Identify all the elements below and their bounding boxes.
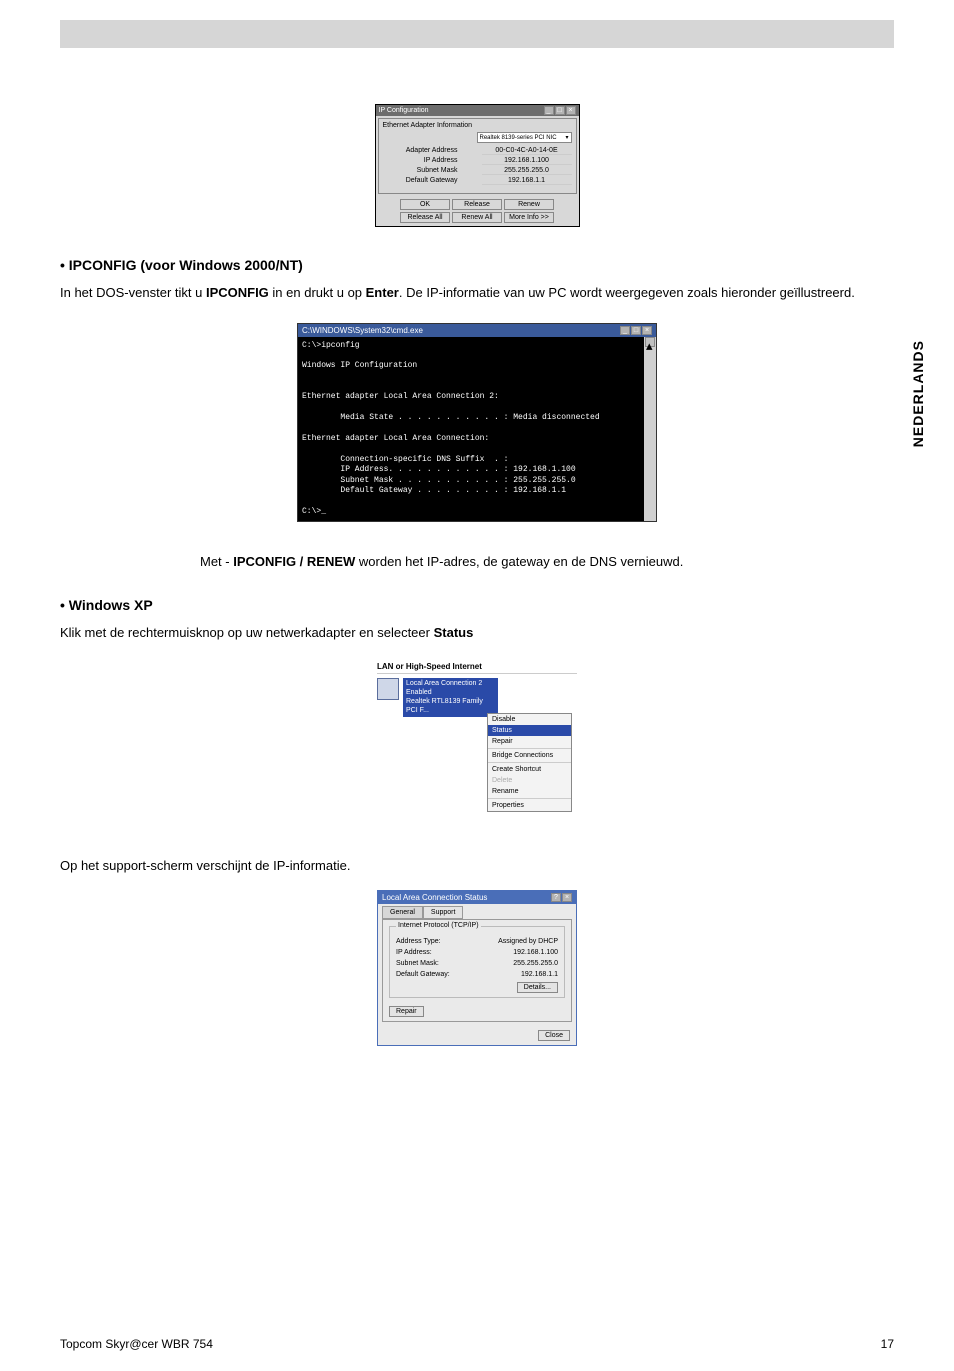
ctx-bridge[interactable]: Bridge Connections	[488, 750, 571, 761]
close-icon[interactable]: ×	[562, 893, 572, 902]
adapter-address-value: 00-C0-4C-A0-14-0E	[482, 147, 572, 155]
renew-all-button[interactable]: Renew All	[452, 212, 502, 223]
network-adapter-item[interactable]: Local Area Connection 2 Enabled Realtek …	[403, 678, 498, 716]
cmd-output: C:\>ipconfig Windows IP Configuration Et…	[298, 337, 644, 522]
tab-support[interactable]: Support	[423, 906, 464, 919]
dialog-titlebar: IP Configuration _ □ ×	[376, 105, 579, 116]
cmd-titlebar: C:\WINDOWS\System32\cmd.exe _ □ ×	[298, 324, 656, 337]
release-button[interactable]: Release	[452, 199, 502, 210]
chevron-down-icon[interactable]: ▾	[565, 134, 568, 141]
ctx-status[interactable]: Status	[488, 725, 571, 736]
windows-xp-heading: • Windows XP	[60, 597, 894, 613]
default-gateway-label: Default Gateway	[383, 177, 458, 185]
renew-button[interactable]: Renew	[504, 199, 554, 210]
details-button[interactable]: Details...	[517, 982, 558, 993]
ipconfig-paragraph: In het DOS-venster tikt u IPCONFIG in en…	[60, 283, 894, 303]
context-menu: Disable Status Repair Bridge Connections…	[487, 713, 572, 812]
footer-page-number: 17	[881, 1337, 894, 1351]
tab-general[interactable]: General	[382, 906, 423, 919]
ipconfig-heading: • IPCONFIG (voor Windows 2000/NT)	[60, 257, 894, 273]
cmd-title: C:\WINDOWS\System32\cmd.exe	[302, 326, 423, 335]
release-all-button[interactable]: Release All	[400, 212, 450, 223]
status-titlebar: Local Area Connection Status ? ×	[378, 891, 576, 904]
close-button[interactable]: Close	[538, 1030, 570, 1041]
ip-label: IP Address:	[396, 949, 432, 956]
cmd-window: C:\WINDOWS\System32\cmd.exe _ □ × C:\>ip…	[297, 323, 657, 523]
adapter-value: Realtek 8139-series PCI NIC	[480, 135, 557, 141]
network-connections-figure: LAN or High-Speed Internet Local Area Co…	[377, 662, 577, 815]
network-adapter-icon[interactable]	[377, 678, 399, 700]
subnet-label: Subnet Mask:	[396, 960, 439, 967]
ok-button[interactable]: OK	[400, 199, 450, 210]
address-type-value: Assigned by DHCP	[498, 938, 558, 945]
scroll-up-icon[interactable]: ▴	[645, 337, 655, 347]
adapter-address-label: Adapter Address	[383, 147, 458, 155]
ipconfig-dialog: IP Configuration _ □ × Ethernet Adapter …	[375, 104, 580, 227]
default-gateway-value: 192.168.1.1	[482, 177, 572, 185]
subnet-mask-value: 255.255.255.0	[482, 167, 572, 175]
minimize-icon[interactable]: _	[620, 326, 630, 335]
ctx-shortcut[interactable]: Create Shortcut	[488, 764, 571, 775]
adapter-select[interactable]: Realtek 8139-series PCI NIC ▾	[477, 132, 572, 143]
windows-xp-paragraph: Klik met de rechtermuisknop op uw netwer…	[60, 623, 894, 643]
address-type-label: Address Type:	[396, 938, 441, 945]
scrollbar[interactable]: ▴	[644, 337, 656, 522]
group-label: Ethernet Adapter Information	[383, 122, 572, 129]
close-icon[interactable]: ×	[642, 326, 652, 335]
status-title: Local Area Connection Status	[382, 893, 487, 902]
ctx-properties[interactable]: Properties	[488, 800, 571, 811]
ip-value: 192.168.1.100	[513, 949, 558, 956]
gateway-label: Default Gateway:	[396, 971, 450, 978]
help-icon[interactable]: ?	[551, 893, 561, 902]
ctx-delete: Delete	[488, 775, 571, 786]
ctx-repair[interactable]: Repair	[488, 736, 571, 747]
tcpip-group-label: Internet Protocol (TCP/IP)	[396, 922, 481, 929]
language-side-tab: NEDERLANDS	[910, 340, 926, 447]
lan-group-header: LAN or High-Speed Internet	[377, 662, 577, 674]
maximize-icon[interactable]: □	[631, 326, 641, 335]
more-info-button[interactable]: More Info >>	[504, 212, 554, 223]
minimize-icon[interactable]: _	[544, 106, 554, 115]
adapter-info-group: Ethernet Adapter Information Realtek 813…	[378, 118, 577, 194]
subnet-mask-label: Subnet Mask	[383, 167, 458, 175]
top-grey-bar	[60, 20, 894, 48]
dialog-title: IP Configuration	[379, 107, 429, 114]
ip-address-value: 192.168.1.100	[482, 157, 572, 165]
repair-button[interactable]: Repair	[389, 1006, 424, 1017]
gateway-value: 192.168.1.1	[521, 971, 558, 978]
footer-product: Topcom Skyr@cer WBR 754	[60, 1337, 213, 1351]
support-screen-text: Op het support-scherm verschijnt de IP-i…	[60, 856, 894, 876]
connection-status-dialog: Local Area Connection Status ? × General…	[377, 890, 577, 1046]
ctx-disable[interactable]: Disable	[488, 714, 571, 725]
subnet-value: 255.255.255.0	[513, 960, 558, 967]
page-footer: Topcom Skyr@cer WBR 754 17	[60, 1337, 894, 1351]
ip-address-label: IP Address	[383, 157, 458, 165]
window-buttons: _ □ ×	[544, 106, 576, 115]
close-icon[interactable]: ×	[566, 106, 576, 115]
ctx-rename[interactable]: Rename	[488, 786, 571, 797]
maximize-icon[interactable]: □	[555, 106, 565, 115]
renew-note: Met - IPCONFIG / RENEW worden het IP-adr…	[200, 552, 694, 572]
